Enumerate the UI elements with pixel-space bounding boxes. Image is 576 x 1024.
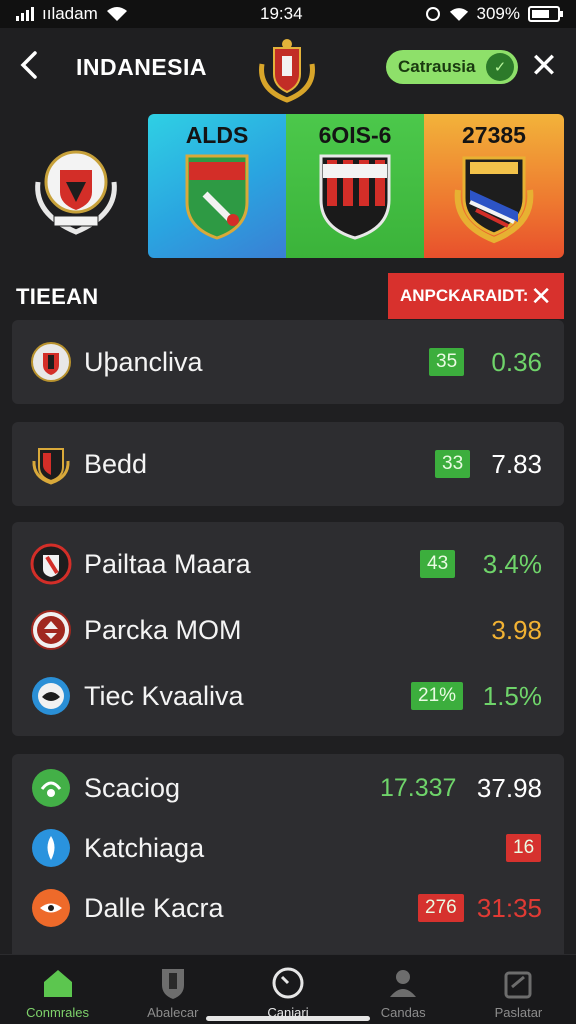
shield-icon — [161, 969, 184, 999]
signal-icon — [16, 7, 34, 21]
ticket-icon — [504, 971, 532, 999]
item-name: Bedd — [84, 448, 148, 479]
sport-icon — [32, 769, 70, 807]
count-badge: 33 — [435, 450, 471, 478]
item-value: 3.4% — [482, 548, 542, 579]
item-name: Uþancliva — [84, 346, 203, 377]
promo-cards: ALDS 6OIS-6 27385 — [148, 114, 564, 258]
promo-card[interactable]: 27385 — [424, 114, 564, 258]
timer-icon — [272, 967, 304, 999]
list-item[interactable]: Scaciog 17.337 37.98 — [12, 756, 564, 820]
promo-card[interactable]: 6OIS-6 — [286, 114, 424, 258]
team-badge-icon — [31, 610, 71, 650]
nav-item-home[interactable]: Conmrales — [0, 955, 115, 1024]
alert-label: ANPCKARAIDT: — [400, 286, 529, 305]
section-title: TIEEAN — [16, 284, 99, 309]
item-value: 37.98 — [476, 772, 542, 803]
back-chevron-icon[interactable] — [18, 50, 46, 85]
item-value: 31:35 — [476, 892, 542, 923]
item-name: Katchiaga — [84, 832, 205, 863]
list-item[interactable]: Pailtaa Maara 43 3.4% — [12, 532, 564, 596]
carrier-label: ııladam — [42, 4, 98, 23]
sport-icon — [32, 889, 70, 927]
wifi-icon-right — [449, 7, 468, 21]
laurel-shield-icon — [454, 156, 534, 244]
bottom-nav: Conmrales Abalecar Canjari Candas Paslat… — [0, 954, 576, 1024]
check-circle-icon: ✓ — [486, 53, 514, 81]
nav-label: Paslatar — [494, 1005, 543, 1020]
item-name: Pailtaa Maara — [84, 548, 251, 579]
wifi-icon — [106, 7, 127, 21]
home-icon — [43, 970, 72, 997]
nav-label: Abalecar — [147, 1005, 199, 1020]
list-item[interactable]: Tiec Kvaaliva 21% 1.5% — [12, 664, 564, 728]
close-icon[interactable]: ✕ — [530, 281, 552, 312]
item-value: 1.5% — [482, 680, 542, 711]
close-icon[interactable]: ✕ — [526, 46, 562, 86]
home-indicator — [206, 1016, 370, 1021]
list-group: Bedd 33 7.83 — [12, 422, 564, 506]
item-value: 7.83 — [491, 448, 542, 479]
team-badge-icon — [32, 448, 70, 485]
nav-item-teams[interactable]: Abalecar — [115, 955, 230, 1024]
promo-card[interactable]: ALDS — [148, 114, 286, 258]
nav-item-timer[interactable]: Canjari — [230, 955, 345, 1024]
item-name: Scaciog — [84, 772, 181, 803]
nav-item-tickets[interactable]: Paslatar — [461, 955, 576, 1024]
count-badge: 35 — [429, 348, 465, 376]
battery-icon — [528, 6, 563, 22]
team-badge-icon — [31, 342, 71, 382]
sport-icon — [32, 829, 70, 867]
nav-label: Conmrales — [26, 1005, 90, 1020]
alert-chip[interactable]: ANPCKARAIDT: ✕ — [388, 273, 564, 319]
team-crest-icon — [35, 150, 117, 235]
list-item[interactable]: Dalle Kacra 276 31:35 — [12, 876, 564, 940]
promo-card-title: ALDS — [185, 122, 249, 148]
list-item[interactable]: Uþancliva 35 0.36 — [12, 330, 564, 394]
green-shield-icon — [185, 154, 249, 240]
item-name: Dalle Kacra — [84, 892, 224, 923]
count-badge: 21% — [411, 682, 464, 710]
alarm-icon — [425, 7, 440, 21]
top-bar: INDANESIA Catrausia ✓ ✕ — [0, 28, 576, 106]
status-pill-button[interactable]: Catrausia ✓ — [386, 50, 518, 84]
list-item[interactable]: Bedd 33 7.83 — [12, 432, 564, 496]
list-group: Pailtaa Maara 43 3.4% Parcka MOM 3.98 Ti… — [12, 522, 564, 736]
promo-card-title: 27385 — [462, 122, 526, 148]
page-title: INDANESIA — [76, 53, 208, 80]
striped-shield-icon — [319, 154, 391, 240]
item-value: 3.98 — [491, 614, 542, 645]
count-badge: 43 — [420, 550, 456, 578]
shield-crest-icon — [259, 39, 315, 103]
count-badge: 17.337 — [380, 773, 457, 802]
count-badge: 16 — [506, 834, 542, 862]
team-badge-icon — [32, 677, 70, 715]
nav-label: Candas — [380, 1005, 426, 1020]
nav-item-profile[interactable]: Candas — [346, 955, 461, 1024]
clock: 19:34 — [260, 4, 303, 23]
list-item[interactable]: Katchiaga 16 — [12, 816, 564, 880]
item-name: Parcka MOM — [84, 614, 242, 645]
list-group: Uþancliva 35 0.36 — [12, 320, 564, 404]
person-icon — [390, 970, 417, 997]
battery-percent: 309% — [476, 4, 520, 23]
list-item[interactable]: Parcka MOM 3.98 — [12, 598, 564, 662]
promo-card-title: 6OIS-6 — [318, 122, 392, 148]
item-value: 0.36 — [491, 346, 542, 377]
list-group: Scaciog 17.337 37.98 Katchiaga 16 Dalle … — [12, 754, 564, 954]
count-badge: 276 — [418, 894, 464, 922]
status-pill-label: Catrausia — [398, 57, 476, 76]
status-bar: ııladam 19:34 309% — [0, 0, 576, 28]
item-name: Tiec Kvaaliva — [84, 680, 244, 711]
team-badge-icon — [30, 543, 72, 585]
